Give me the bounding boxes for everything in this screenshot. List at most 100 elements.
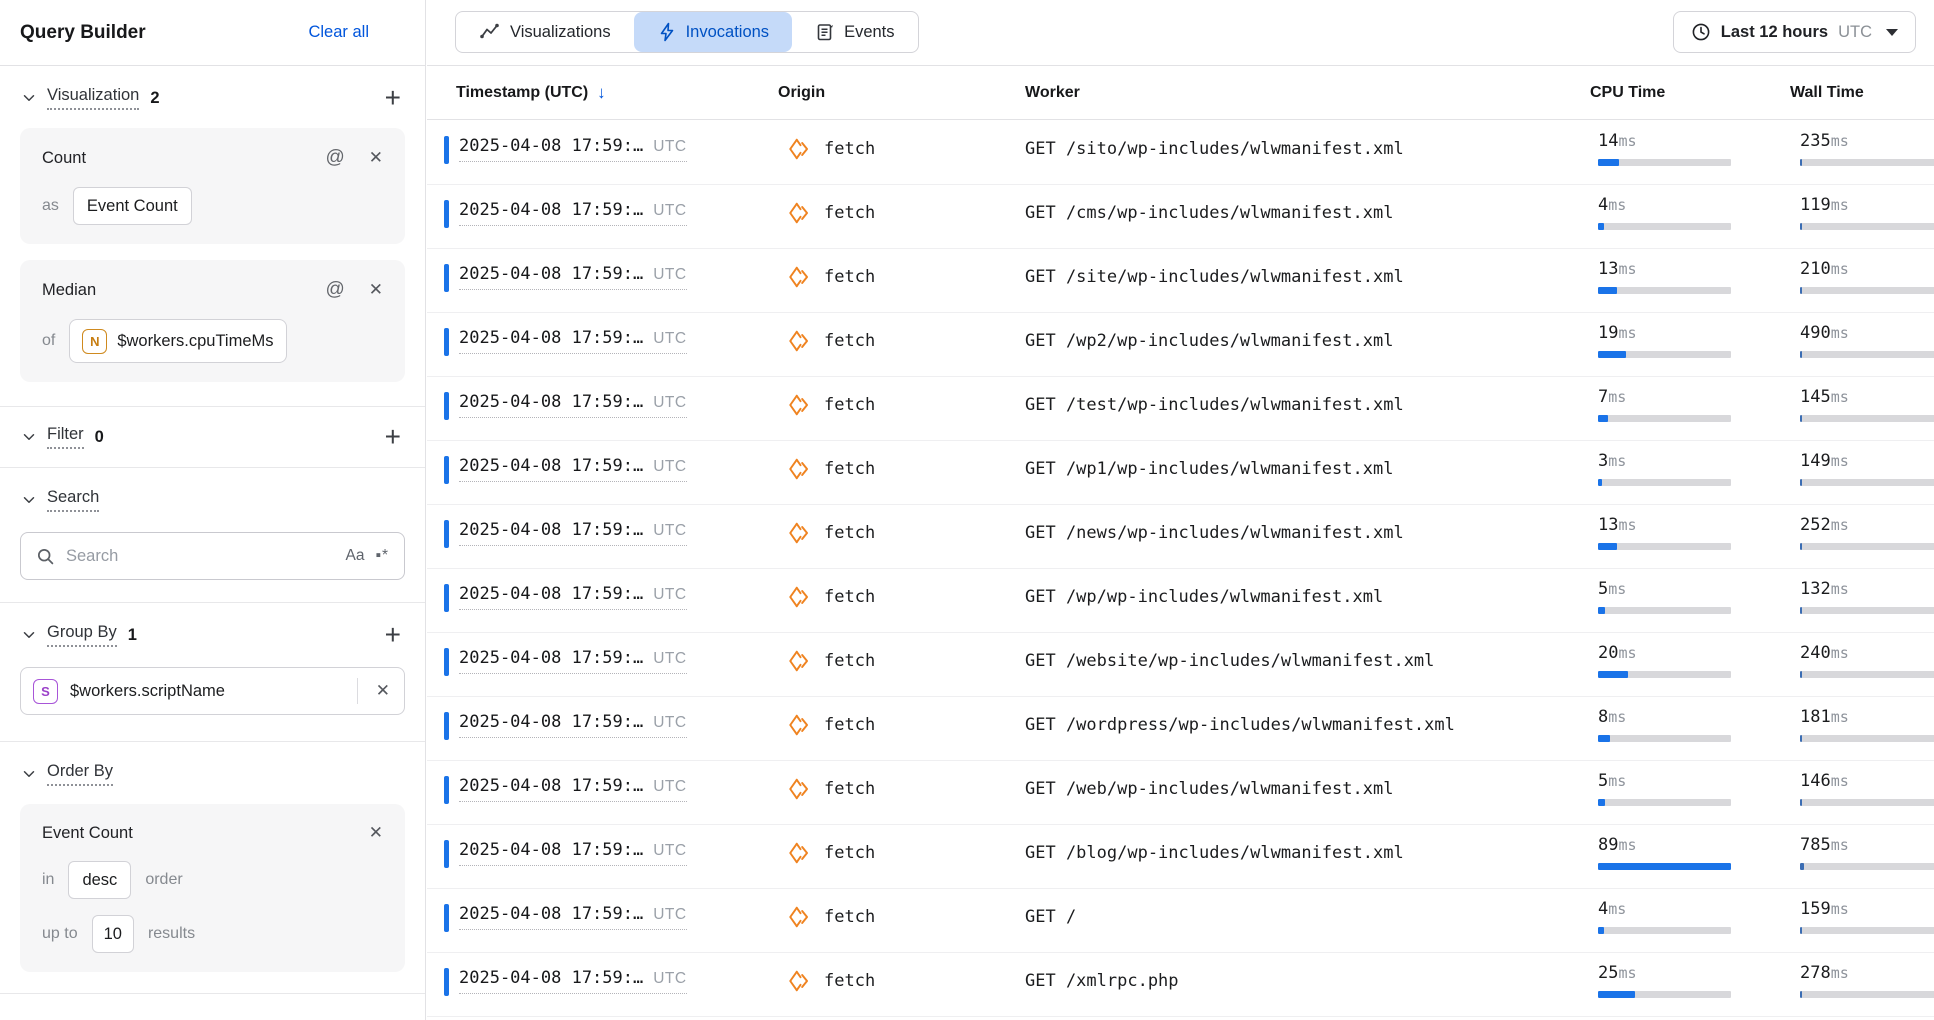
wall-ms-value: 145	[1800, 387, 1831, 407]
row-indicator-bar	[444, 648, 449, 676]
wall-ms-value: 210	[1800, 259, 1831, 279]
origin-cell: fetch	[787, 648, 875, 674]
table-row[interactable]: 2025-04-08 17:59:…UTC fetch GET /web/wp-…	[427, 761, 1934, 825]
search-input[interactable]	[66, 547, 335, 566]
column-header-wall-time[interactable]: Wall Time	[1790, 84, 1864, 102]
remove-group-by-icon[interactable]: ✕	[370, 681, 392, 701]
direction-chip[interactable]: desc	[68, 861, 131, 899]
table-row[interactable]: 2025-04-08 17:59:…UTC fetch GET /website…	[427, 633, 1934, 697]
regex-icon[interactable]: ▪*	[375, 547, 389, 565]
table-row[interactable]: 2025-04-08 17:59:…UTC fetch GET /blog/wp…	[427, 825, 1934, 889]
chevron-down-icon[interactable]	[20, 89, 38, 107]
limit-chip[interactable]: 10	[92, 915, 134, 953]
timestamp-cell[interactable]: 2025-04-08 17:59:…UTC	[459, 776, 687, 802]
row-indicator-bar	[444, 968, 449, 996]
field-chip[interactable]: N $workers.cpuTimeMs	[69, 319, 286, 363]
chevron-down-icon[interactable]	[20, 428, 38, 446]
origin-cell: fetch	[787, 776, 875, 802]
wall-ms-value: 181	[1800, 707, 1831, 727]
wall-time-bar-fill	[1800, 991, 1802, 998]
tab-events[interactable]: Events	[792, 12, 917, 52]
table-row[interactable]: 2025-04-08 17:59:…UTC fetch GET /wp2/wp-…	[427, 313, 1934, 377]
worker-cell: GET /sito/wp-includes/wlwmanifest.xml	[1025, 139, 1404, 159]
timestamp-cell[interactable]: 2025-04-08 17:59:…UTC	[459, 904, 687, 930]
timestamp-cell[interactable]: 2025-04-08 17:59:…UTC	[459, 648, 687, 674]
match-case-icon[interactable]: Aa	[346, 547, 365, 565]
time-range-selector[interactable]: Last 12 hours UTC	[1673, 11, 1916, 53]
cpu-time-bar	[1598, 735, 1731, 742]
chevron-down-icon[interactable]	[20, 765, 38, 783]
timestamp-value: 2025-04-08 17:59:…	[459, 520, 643, 540]
add-filter-icon[interactable]: +	[385, 427, 401, 447]
timestamp-cell[interactable]: 2025-04-08 17:59:…UTC	[459, 456, 687, 482]
table-row[interactable]: 2025-04-08 17:59:…UTC fetch GET /wp1/wp-…	[427, 441, 1934, 505]
timestamp-cell[interactable]: 2025-04-08 17:59:…UTC	[459, 712, 687, 738]
cpu-ms-value: 5	[1598, 771, 1608, 791]
at-mention-icon[interactable]: @	[325, 147, 344, 169]
wall-time-bar	[1800, 671, 1934, 678]
cpu-ms-value: 25	[1598, 963, 1618, 983]
timestamp-cell[interactable]: 2025-04-08 17:59:…UTC	[459, 584, 687, 610]
chevron-down-icon[interactable]	[20, 626, 38, 644]
tab-invocations[interactable]: Invocations	[634, 12, 792, 52]
origin-value: fetch	[824, 651, 875, 671]
search-section-label[interactable]: Search	[47, 488, 99, 512]
chevron-down-icon[interactable]	[20, 491, 38, 509]
add-group-by-icon[interactable]: +	[385, 625, 401, 645]
ms-unit-label: ms	[1831, 708, 1849, 726]
at-mention-icon[interactable]: @	[325, 279, 344, 301]
timestamp-cell[interactable]: 2025-04-08 17:59:…UTC	[459, 200, 687, 226]
order-by-section-label[interactable]: Order By	[47, 762, 113, 786]
table-row[interactable]: 2025-04-08 17:59:…UTC fetch GET /wordpre…	[427, 697, 1934, 761]
order-label: order	[145, 871, 182, 889]
clear-all-button[interactable]: Clear all	[308, 23, 369, 42]
table-row[interactable]: 2025-04-08 17:59:…UTC fetch GET /test/wp…	[427, 377, 1934, 441]
wall-time-cell: 119ms	[1800, 195, 1934, 230]
filter-section-label[interactable]: Filter	[47, 425, 84, 449]
timestamp-cell[interactable]: 2025-04-08 17:59:…UTC	[459, 520, 687, 546]
table-row[interactable]: 2025-04-08 17:59:…UTC fetch GET /wp/wp-i…	[427, 569, 1934, 633]
workers-fetch-icon	[787, 456, 813, 482]
table-row[interactable]: 2025-04-08 17:59:…UTC fetch GET /xmlrpc.…	[427, 953, 1934, 1017]
ms-unit-label: ms	[1608, 388, 1626, 406]
worker-cell: GET /news/wp-includes/wlwmanifest.xml	[1025, 523, 1404, 543]
timestamp-cell[interactable]: 2025-04-08 17:59:…UTC	[459, 264, 687, 290]
wall-time-bar-fill	[1800, 799, 1802, 806]
column-header-origin[interactable]: Origin	[778, 84, 825, 102]
tab-visualizations[interactable]: Visualizations	[456, 12, 634, 52]
table-row[interactable]: 2025-04-08 17:59:…UTC fetch GET /sito/wp…	[427, 121, 1934, 185]
column-header-cpu-time[interactable]: CPU Time	[1590, 84, 1665, 102]
sort-desc-icon[interactable]: ↓	[597, 83, 606, 103]
timestamp-cell[interactable]: 2025-04-08 17:59:…UTC	[459, 328, 687, 354]
visualization-section-label[interactable]: Visualization	[47, 86, 139, 110]
alias-chip[interactable]: Event Count	[73, 187, 192, 225]
remove-order-by-icon[interactable]: ✕	[369, 823, 383, 843]
table-row[interactable]: 2025-04-08 17:59:…UTC fetch GET /news/wp…	[427, 505, 1934, 569]
origin-value: fetch	[824, 587, 875, 607]
group-by-section-label[interactable]: Group By	[47, 623, 117, 647]
wall-time-bar	[1800, 543, 1934, 550]
group-by-chip[interactable]: S $workers.scriptName ✕	[20, 667, 405, 715]
ms-unit-label: ms	[1831, 772, 1849, 790]
add-visualization-icon[interactable]: +	[385, 88, 401, 108]
remove-card-icon[interactable]: ✕	[369, 280, 383, 300]
table-row[interactable]: 2025-04-08 17:59:…UTC fetch GET /cms/wp-…	[427, 185, 1934, 249]
ms-unit-label: ms	[1831, 900, 1849, 918]
row-indicator-bar	[444, 712, 449, 740]
column-header-timestamp[interactable]: Timestamp (UTC) ↓	[456, 83, 606, 103]
timestamp-cell[interactable]: 2025-04-08 17:59:…UTC	[459, 840, 687, 866]
ms-unit-label: ms	[1608, 900, 1626, 918]
ms-unit-label: ms	[1618, 260, 1636, 278]
remove-card-icon[interactable]: ✕	[369, 148, 383, 168]
wall-time-cell: 149ms	[1800, 451, 1934, 486]
timestamp-cell[interactable]: 2025-04-08 17:59:…UTC	[459, 968, 687, 994]
table-row[interactable]: 2025-04-08 17:59:…UTC fetch GET /site/wp…	[427, 249, 1934, 313]
table-row[interactable]: 2025-04-08 17:59:…UTC fetch GET / 4ms 15…	[427, 889, 1934, 953]
timestamp-cell[interactable]: 2025-04-08 17:59:…UTC	[459, 392, 687, 418]
ms-unit-label: ms	[1831, 324, 1849, 342]
query-builder-header: Query Builder Clear all	[0, 0, 425, 66]
wall-time-bar-fill	[1800, 543, 1802, 550]
column-header-worker[interactable]: Worker	[1025, 84, 1080, 102]
timestamp-cell[interactable]: 2025-04-08 17:59:…UTC	[459, 136, 687, 162]
group-by-field: $workers.scriptName	[70, 682, 225, 701]
